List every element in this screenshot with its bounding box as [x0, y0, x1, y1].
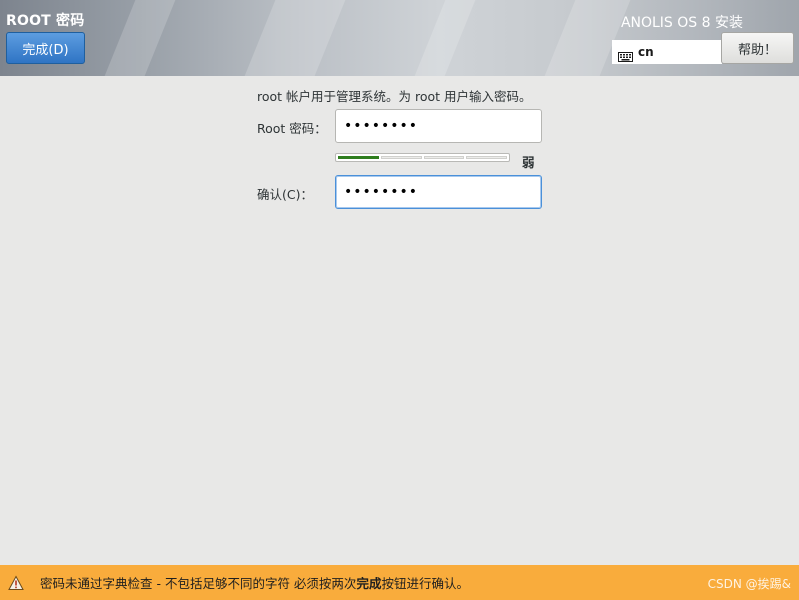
strength-segment — [466, 156, 507, 159]
strength-segment — [423, 156, 465, 159]
product-title: ANOLIS OS 8 安装 — [620, 15, 743, 31]
strength-segment — [338, 156, 379, 159]
confirm-password-field[interactable] — [335, 175, 542, 209]
warning-text-after: 按钮进行确认。 — [381, 576, 469, 591]
keyboard-layout-label: cn — [638, 45, 654, 59]
page-title: ROOT 密码 — [6, 13, 85, 29]
header-bar: ROOT 密码 完成(D) ANOLIS OS 8 安装 cn 帮助！ — [0, 0, 799, 76]
warning-text-bold: 完成 — [356, 576, 382, 591]
intro-text: root 帐户用于管理系统。为 root 用户输入密码。 — [257, 89, 532, 104]
help-button[interactable]: 帮助！ — [721, 32, 794, 64]
root-password-field[interactable] — [335, 109, 542, 143]
password-strength-label: 弱 — [522, 155, 535, 170]
keyboard-layout-indicator[interactable]: cn — [612, 40, 722, 64]
confirm-password-label: 确认(C)： — [257, 187, 313, 202]
root-password-screen: ROOT 密码 完成(D) ANOLIS OS 8 安装 cn 帮助！ root… — [0, 0, 799, 600]
root-password-label: Root 密码： — [257, 121, 327, 136]
warning-text-before: 密码未通过字典检查 - 不包括足够不同的字符 必须按两次 — [40, 576, 357, 591]
done-button[interactable]: 完成(D) — [6, 32, 85, 64]
strength-segment — [380, 156, 422, 159]
password-strength-meter — [335, 153, 510, 162]
warning-icon — [8, 574, 24, 591]
keyboard-icon — [618, 47, 633, 62]
warning-message: 密码未通过字典检查 - 不包括足够不同的字符 必须按两次完成按钮进行确认。 — [40, 573, 469, 592]
warning-bar[interactable]: 密码未通过字典检查 - 不包括足够不同的字符 必须按两次完成按钮进行确认。 CS… — [0, 565, 799, 600]
watermark: CSDN @挨踢& — [707, 577, 791, 591]
